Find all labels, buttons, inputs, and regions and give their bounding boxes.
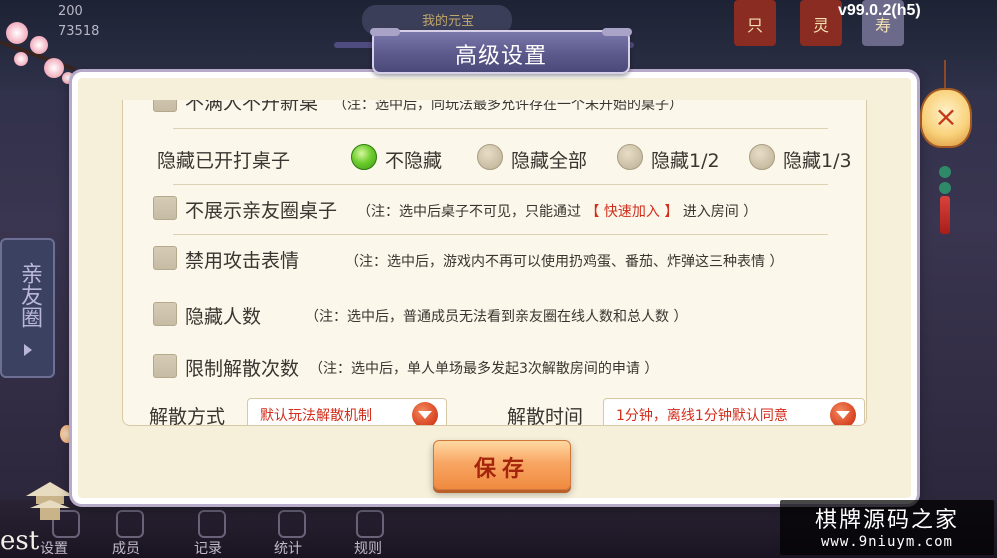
limit-dissolve-note: （注：选中后，单人单场最多发起3次解散房间的申请 ） <box>309 361 659 377</box>
watermark: 棋牌源码之家 www.9niuym.com <box>780 500 994 555</box>
blossom-decoration <box>14 52 28 66</box>
nav-members[interactable]: 成员 <box>112 538 140 558</box>
rules-icon <box>356 510 384 538</box>
close-icon: × <box>934 100 958 133</box>
checkbox-hide-player-count[interactable] <box>153 302 177 326</box>
partial-row-note: （注：选中后，同玩法最多允许存在一个未开始的桌子） <box>333 100 683 113</box>
records-icon <box>198 510 226 538</box>
members-icon <box>116 510 144 538</box>
checkbox-disable-attack-emotes[interactable] <box>153 246 177 270</box>
brand-text: est <box>0 526 40 556</box>
row-divider <box>173 128 828 129</box>
blossom-decoration <box>6 22 28 44</box>
radio-no-hide-label[interactable]: 不隐藏 <box>385 146 442 173</box>
radio-hide-all-label[interactable]: 隐藏全部 <box>511 146 587 173</box>
radio-hide-all[interactable] <box>477 144 503 170</box>
lantern-string <box>944 60 946 90</box>
nav-records[interactable]: 记录 <box>194 538 222 558</box>
checkbox-limit-dissolve[interactable] <box>153 354 177 378</box>
watermark-line1: 棋牌源码之家 <box>814 508 959 533</box>
hide-club-tables-label: 不展示亲友圈桌子 <box>185 200 338 222</box>
stat-value: 73518 <box>58 24 100 39</box>
club-side-panel-label: 亲友圈 <box>17 262 42 328</box>
dissolve-time-label: 解散时间 <box>507 406 584 426</box>
dissolve-time-value: 1分钟，离线1分钟默认同意 <box>616 408 788 424</box>
checkbox-hide-club-tables[interactable] <box>153 196 177 220</box>
row-divider <box>173 234 828 235</box>
hide-opened-tables-label: 隐藏已开打桌子 <box>157 150 291 172</box>
blossom-decoration <box>44 58 64 78</box>
pagoda-icon <box>26 482 74 520</box>
arrow-right-icon <box>24 344 32 356</box>
radio-hide-third-label[interactable]: 隐藏1/3 <box>783 146 852 173</box>
note-prefix: （注：选中后桌子不可见，只能通过 <box>357 204 581 220</box>
chevron-down-icon[interactable] <box>830 402 856 425</box>
disable-attack-emotes-label: 禁用攻击表情 <box>185 250 300 272</box>
dissolve-method-label: 解散方式 <box>149 406 226 426</box>
dissolve-method-select[interactable]: 默认玩法解散机制 <box>247 398 447 425</box>
settings-scroll-list[interactable]: 不满人不开新桌 （注：选中后，同玩法最多允许存在一个未开始的桌子） 隐藏已开打桌… <box>122 100 867 426</box>
dissolve-time-select[interactable]: 1分钟，离线1分钟默认同意 <box>603 398 865 425</box>
corner-button-label: 灵 <box>812 16 829 35</box>
radio-hide-third[interactable] <box>749 144 775 170</box>
disable-attack-emotes-note: （注：选中后，游戏内不再可以使用扔鸡蛋、番茄、炸弹这三种表情 ） <box>345 254 784 270</box>
checkbox-partial-row[interactable] <box>153 100 177 112</box>
radio-hide-half-label[interactable]: 隐藏1/2 <box>651 146 720 173</box>
dialog-title-plate: 高级设置 <box>370 28 632 74</box>
quick-join-highlight: 【 快速加入 】 <box>585 204 679 220</box>
version-label: v99.0.2(h5) <box>838 2 921 19</box>
radio-hide-half[interactable] <box>617 144 643 170</box>
nav-settings[interactable]: 设置 <box>40 538 68 558</box>
corner-button[interactable]: 灵 <box>800 0 842 46</box>
stats-icon <box>278 510 306 538</box>
save-button[interactable]: 保存 <box>433 440 571 490</box>
chevron-down-icon[interactable] <box>412 402 438 425</box>
blossom-decoration <box>30 36 48 54</box>
dialog-title: 高级设置 <box>454 44 547 69</box>
watermark-line2: www.9niuym.com <box>820 534 953 550</box>
nav-stats[interactable]: 统计 <box>274 538 302 558</box>
radio-no-hide[interactable] <box>351 144 377 170</box>
bead-decoration <box>939 182 951 194</box>
close-button[interactable]: × <box>920 88 972 148</box>
row-divider <box>173 184 828 185</box>
nav-rules[interactable]: 规则 <box>354 538 382 558</box>
dissolve-method-value: 默认玩法解散机制 <box>260 408 372 424</box>
title-cap-right <box>602 28 632 36</box>
note-suffix: 进入房间 ） <box>682 204 758 220</box>
hide-player-count-note: （注：选中后，普通成员无法看到亲友圈在线人数和总人数 ） <box>305 309 688 325</box>
title-cap-left <box>370 28 400 36</box>
tassel-decoration <box>940 196 950 234</box>
corner-button-label: 只 <box>746 16 763 35</box>
hide-player-count-label: 隐藏人数 <box>185 306 262 328</box>
stat-value: 200 <box>58 4 83 19</box>
currency-label: 我的元宝 <box>422 14 475 29</box>
corner-button[interactable]: 只 <box>734 0 776 46</box>
hide-club-tables-note: （注：选中后桌子不可见，只能通过 【 快速加入 】 进入房间 ） <box>357 201 757 221</box>
bead-decoration <box>939 166 951 178</box>
limit-dissolve-label: 限制解散次数 <box>185 358 300 380</box>
partial-row-label: 不满人不开新桌 <box>185 100 319 114</box>
club-side-panel[interactable]: 亲友圈 <box>0 238 55 378</box>
